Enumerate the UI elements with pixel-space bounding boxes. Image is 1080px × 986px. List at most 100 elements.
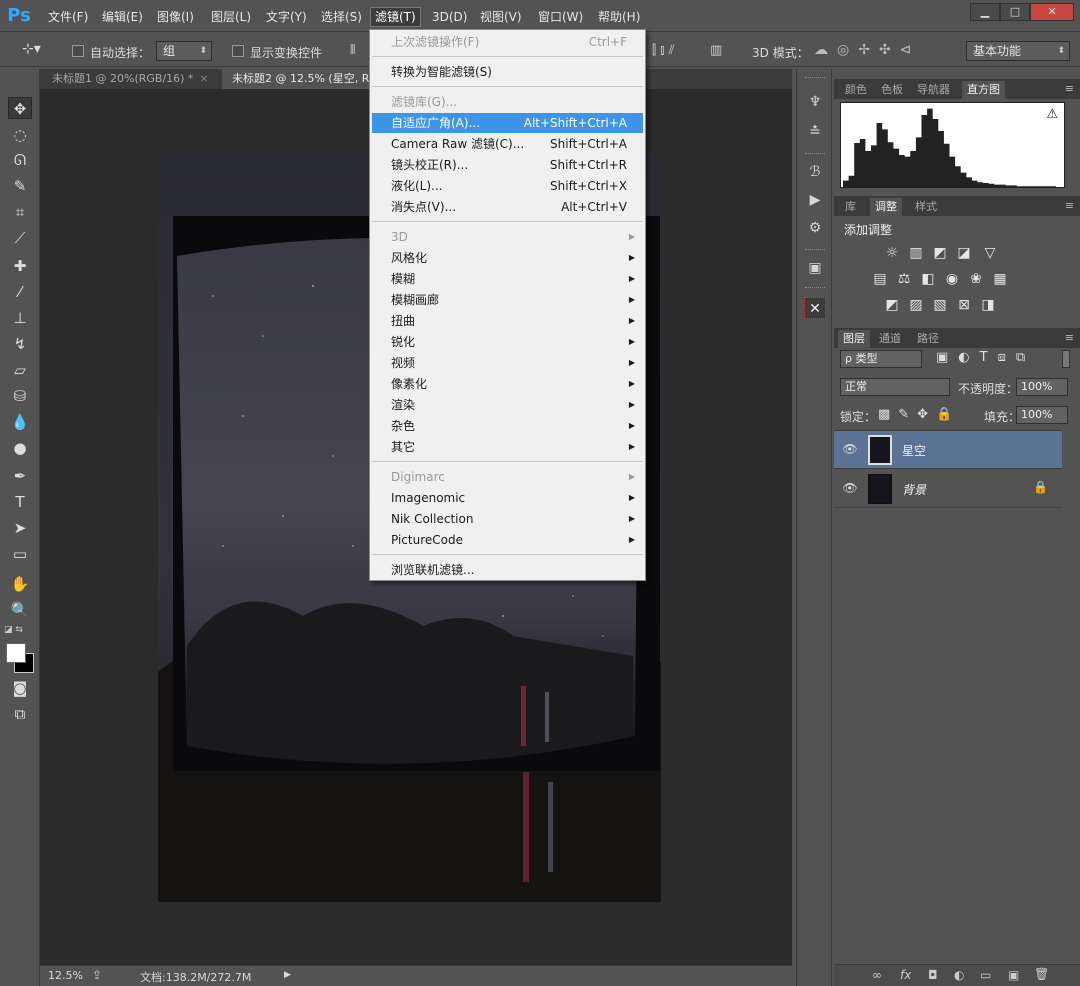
pen-tool-icon[interactable]: ✒: [8, 465, 32, 487]
menu-edit[interactable]: 编辑(E): [98, 8, 147, 26]
filter-menu-item[interactable]: 视频 ▶: [372, 353, 643, 373]
filter-menu-item[interactable]: 锐化 ▶: [372, 332, 643, 352]
filter-menu-item[interactable]: 风格化 ▶: [372, 248, 643, 268]
eye-icon[interactable]: 👁: [842, 441, 858, 457]
panel-grip[interactable]: [805, 153, 825, 156]
foreground-color-swatch[interactable]: [6, 643, 26, 663]
actions-play-icon[interactable]: ▶: [804, 189, 826, 211]
align-icon[interactable]: ⫴: [350, 43, 355, 58]
fill-input[interactable]: 100%: [1016, 406, 1068, 424]
3d-mode-icons[interactable]: ☁◎✢✣⊲: [814, 42, 920, 58]
filter-toggle-switch[interactable]: [1062, 350, 1070, 368]
character-panel-icon[interactable]: ▣: [804, 257, 826, 279]
panel-menu-icon[interactable]: ≡: [1065, 331, 1074, 344]
new-group-icon[interactable]: ▭: [980, 968, 991, 982]
share-icon[interactable]: ⇪: [92, 968, 102, 982]
lasso-tool-icon[interactable]: ᘏ: [8, 149, 32, 171]
layer-name[interactable]: 背景: [902, 481, 926, 498]
distribute-icon[interactable]: ⫿ ⫾ ⫽: [652, 43, 674, 58]
gradient-map-icon[interactable]: ◨: [978, 296, 998, 314]
tool-presets-close-icon[interactable]: ✕: [804, 297, 826, 319]
filter-menu-item[interactable]: Camera Raw 滤镜(C)... Shift+Ctrl+A: [372, 134, 643, 154]
status-menu-arrow[interactable]: ▶: [284, 970, 291, 980]
quick-select-tool-icon[interactable]: ✎: [8, 175, 32, 197]
menu-filter[interactable]: 滤镜(T): [370, 7, 421, 27]
move-tool-preset-icon[interactable]: ⊹▾: [22, 41, 41, 57]
tab-styles[interactable]: 样式: [910, 198, 942, 216]
eye-icon[interactable]: 👁: [842, 480, 858, 496]
vibrance-icon[interactable]: ▽: [980, 244, 1000, 262]
healing-brush-icon[interactable]: ✚: [8, 255, 32, 277]
path-select-icon[interactable]: ➤: [8, 517, 32, 539]
tab-channels[interactable]: 通道: [874, 330, 906, 348]
layer-filter-kind-select[interactable]: ρ 类型: [840, 350, 922, 368]
menu-image[interactable]: 图像(I): [153, 8, 198, 26]
brush-tool-icon[interactable]: ⁄: [8, 281, 32, 303]
tab-document-1[interactable]: 未标题1 @ 20%(RGB/16) * ×: [42, 69, 220, 89]
tab-paths[interactable]: 路径: [912, 330, 944, 348]
tab-histogram[interactable]: 直方图: [962, 81, 1005, 99]
auto-select-target-select[interactable]: 组 ⬍: [156, 41, 212, 61]
filter-menu-item[interactable]: 转换为智能滤镜(S): [372, 62, 643, 82]
blur-tool-icon[interactable]: 💧: [8, 411, 32, 433]
filter-menu-item[interactable]: Nik Collection ▶: [372, 509, 643, 529]
stamp-tool-icon[interactable]: ⊥: [8, 307, 32, 329]
3d-panel-icon[interactable]: ⚙: [804, 217, 826, 239]
filter-menu-item[interactable]: 镜头校正(R)... Shift+Ctrl+R: [372, 155, 643, 175]
filter-menu-item[interactable]: 自适应广角(A)... Alt+Shift+Ctrl+A: [372, 113, 643, 133]
selective-color-icon[interactable]: ⊠: [954, 296, 974, 314]
black-white-icon[interactable]: ◧: [918, 270, 938, 288]
menu-file[interactable]: 文件(F): [44, 8, 92, 26]
filter-menu-item[interactable]: 扭曲 ▶: [372, 311, 643, 331]
photo-filter-icon[interactable]: ◉: [942, 270, 962, 288]
panel-grip[interactable]: [805, 77, 825, 80]
filter-menu-item[interactable]: 消失点(V)... Alt+Ctrl+V: [372, 197, 643, 217]
menu-view[interactable]: 视图(V): [476, 8, 526, 26]
channel-mixer-icon[interactable]: ❀: [966, 270, 986, 288]
panel-menu-icon[interactable]: ≡: [1065, 199, 1074, 212]
levels-icon[interactable]: ▥: [906, 244, 926, 262]
opacity-input[interactable]: 100%: [1016, 378, 1068, 396]
filter-menu-item[interactable]: 模糊画廊 ▶: [372, 290, 643, 310]
tab-layers[interactable]: 图层: [838, 330, 870, 348]
filter-menu-item[interactable]: 像素化 ▶: [372, 374, 643, 394]
zoom-level[interactable]: 12.5%: [48, 969, 83, 982]
crop-tool-icon[interactable]: ⌗: [8, 201, 32, 223]
menu-select[interactable]: 选择(S): [317, 8, 366, 26]
close-button[interactable]: ✕: [1030, 3, 1074, 21]
default-colors-icon[interactable]: ◪ ⇆: [4, 625, 23, 635]
workspace-select[interactable]: 基本功能 ⬍: [966, 41, 1070, 61]
filter-menu-item[interactable]: 其它 ▶: [372, 437, 643, 457]
filter-menu-item[interactable]: Imagenomic ▶: [372, 488, 643, 508]
layer-row-background[interactable]: 👁 背景 🔒: [834, 470, 1062, 508]
filter-menu-item[interactable]: 杂色 ▶: [372, 416, 643, 436]
screen-mode-icon[interactable]: ⧉: [8, 703, 32, 725]
maximize-button[interactable]: □: [1000, 3, 1030, 21]
menu-help[interactable]: 帮助(H): [594, 8, 644, 26]
panel-grip[interactable]: [805, 287, 825, 290]
new-layer-icon[interactable]: ▣: [1008, 968, 1019, 982]
adjustment-layer-icon[interactable]: ◐: [954, 968, 964, 982]
tab-document-2[interactable]: 未标题2 @ 12.5% (星空, RGB/16) *: [222, 69, 370, 89]
filter-menu-item[interactable]: PictureCode ▶: [372, 530, 643, 550]
menu-3d[interactable]: 3D(D): [428, 8, 471, 26]
layer-filter-icons[interactable]: ▣◐T⧈⧉: [936, 350, 1035, 365]
auto-align-icon[interactable]: ▥: [710, 43, 722, 58]
lock-option-icons[interactable]: ▩✎✥🔒: [878, 407, 960, 422]
history-icon[interactable]: ♆: [804, 91, 826, 113]
eraser-tool-icon[interactable]: ▱: [8, 359, 32, 381]
menu-layer[interactable]: 图层(L): [207, 8, 255, 26]
eyedropper-tool-icon[interactable]: ⟋: [8, 227, 32, 249]
brush-settings-icon[interactable]: ℬ: [804, 161, 826, 183]
tab-libraries[interactable]: 库: [840, 198, 861, 216]
layer-row-starry-sky[interactable]: 👁 星空: [834, 431, 1062, 469]
paint-bucket-icon[interactable]: ⛁: [8, 385, 32, 407]
tab-adjustments[interactable]: 调整: [870, 198, 902, 216]
filter-menu-item[interactable]: 液化(L)... Shift+Ctrl+X: [372, 176, 643, 196]
layer-style-icon[interactable]: fx: [900, 968, 911, 982]
marquee-tool-icon[interactable]: ◌: [8, 124, 32, 146]
type-tool-icon[interactable]: T: [8, 491, 32, 513]
filter-menu-item[interactable]: 渲染 ▶: [372, 395, 643, 415]
quick-mask-icon[interactable]: ◙: [8, 677, 32, 699]
tab-swatches[interactable]: 色板: [876, 81, 908, 99]
